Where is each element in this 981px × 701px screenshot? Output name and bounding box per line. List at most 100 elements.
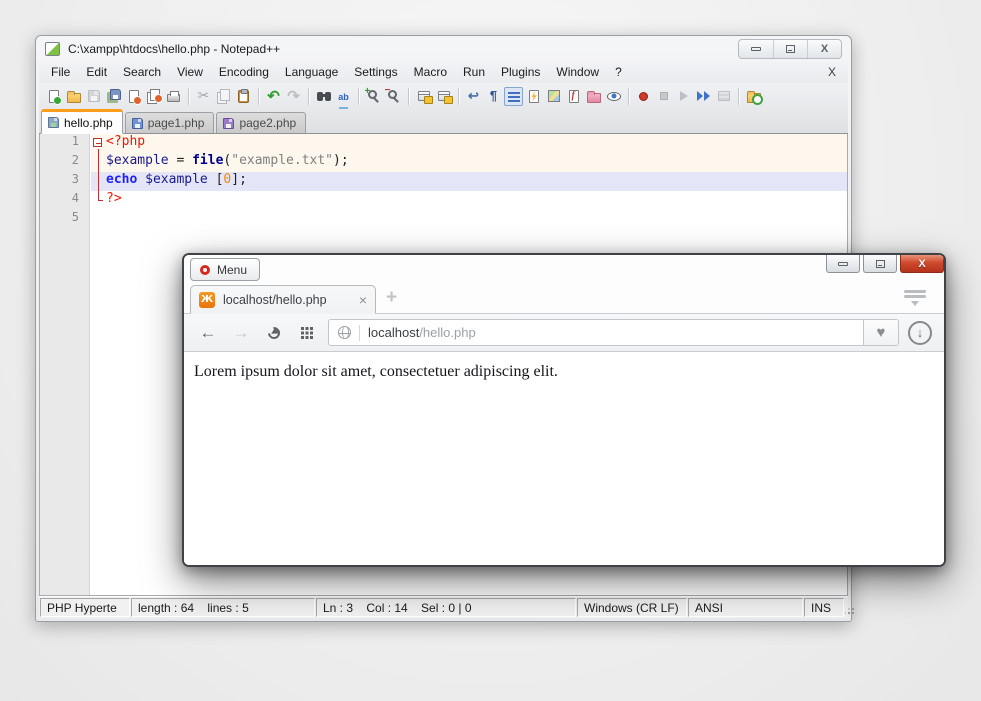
macro-save-icon[interactable] (714, 87, 733, 106)
zoom-out-icon[interactable] (384, 87, 403, 106)
bookmark-heart-button[interactable]: ♥ (863, 320, 898, 345)
opera-titlebar[interactable]: Menu X (184, 255, 944, 284)
close-all-icon[interactable] (144, 87, 163, 106)
saved-file-icon (223, 118, 234, 129)
tab-hello-php[interactable]: hello.php (41, 109, 123, 134)
print-icon[interactable] (164, 87, 183, 106)
menu-item-plugins[interactable]: Plugins (493, 62, 548, 82)
address-field[interactable]: localhost/hello.php (329, 320, 863, 345)
back-button[interactable]: ← (196, 321, 220, 345)
show-all-characters-icon[interactable] (484, 87, 503, 106)
opera-window: Menu X localhost/hello.php × + ← → (182, 253, 946, 567)
macro-stop-icon[interactable] (654, 87, 673, 106)
tab-page1-php[interactable]: page1.php (125, 112, 215, 133)
save-file-icon[interactable] (84, 87, 103, 106)
toolbar (39, 83, 848, 109)
word-wrap-icon[interactable] (464, 87, 483, 106)
reload-button[interactable] (262, 321, 286, 345)
user-defined-dialog-icon[interactable] (524, 87, 543, 106)
menu-item-file[interactable]: File (43, 62, 78, 82)
line-number: 3 (40, 172, 89, 191)
tab-menu-icon[interactable] (904, 290, 926, 307)
restore-icon (876, 260, 885, 268)
code-line-2[interactable]: $example = file("example.txt"); (91, 153, 847, 172)
open-containing-folder-icon[interactable] (744, 87, 763, 106)
fold-marker[interactable] (91, 134, 106, 153)
menu-item-edit[interactable]: Edit (78, 62, 115, 82)
restore-button[interactable] (863, 255, 897, 273)
folder-as-workspace-icon[interactable] (584, 87, 603, 106)
menubar-close-button[interactable]: X (820, 62, 844, 82)
minimize-icon (838, 262, 848, 266)
code-line-4[interactable]: ?> (91, 191, 847, 210)
macro-run-multiple-icon[interactable] (694, 87, 713, 106)
close-button[interactable]: X (807, 40, 841, 58)
open-file-icon[interactable] (64, 87, 83, 106)
line-number: 5 (40, 210, 89, 229)
address-separator (359, 325, 360, 341)
fold-marker (91, 153, 106, 172)
show-indent-guide-icon[interactable] (504, 87, 523, 106)
resize-grip[interactable] (845, 598, 857, 617)
heart-icon: ♥ (877, 324, 886, 341)
menu-item-run[interactable]: Run (455, 62, 493, 82)
menu-item-settings[interactable]: Settings (346, 62, 405, 82)
code-line-1[interactable]: <?php (91, 134, 847, 153)
tab-localhost-hello-php[interactable]: localhost/hello.php × (190, 285, 376, 314)
close-icon: X (821, 44, 828, 55)
new-tab-button[interactable]: + (386, 288, 397, 307)
toolbar-separator (358, 88, 359, 105)
address-bar[interactable]: localhost/hello.php ♥ (328, 319, 899, 346)
restore-button[interactable] (773, 40, 807, 58)
globe-icon (338, 326, 351, 339)
menu-item-macro[interactable]: Macro (406, 62, 455, 82)
zoom-in-icon[interactable] (364, 87, 383, 106)
document-map-icon[interactable] (544, 87, 563, 106)
menu-item-language[interactable]: Language (277, 62, 346, 82)
notepad-titlebar[interactable]: C:\xampp\htdocs\hello.php - Notepad++ X (39, 36, 848, 61)
toolbar-separator (738, 88, 739, 105)
function-list-icon[interactable] (564, 87, 583, 106)
minimize-button[interactable] (826, 255, 860, 273)
minimize-button[interactable] (739, 40, 773, 58)
tab-title: localhost/hello.php (223, 293, 351, 307)
document-monitoring-icon[interactable] (604, 87, 623, 106)
forward-button[interactable]: → (229, 321, 253, 345)
replace-icon[interactable] (334, 87, 353, 106)
sync-horizontal-scroll-icon[interactable] (434, 87, 453, 106)
menubar: FileEditSearchViewEncodingLanguageSettin… (39, 61, 848, 83)
page-text: Lorem ipsum dolor sit amet, consectetuer… (194, 363, 934, 381)
close-file-icon[interactable] (124, 87, 143, 106)
cut-icon[interactable] (194, 87, 213, 106)
restore-icon (786, 45, 795, 53)
menu-item-search[interactable]: Search (115, 62, 169, 82)
code-line-5[interactable] (91, 210, 847, 229)
redo-icon[interactable] (284, 87, 303, 106)
line-number: 1 (40, 134, 89, 153)
toolbar-separator (458, 88, 459, 105)
new-file-icon[interactable] (44, 87, 63, 106)
macro-record-icon[interactable] (634, 87, 653, 106)
macro-play-icon[interactable] (674, 87, 693, 106)
sync-vertical-scroll-icon[interactable] (414, 87, 433, 106)
menu-item-help[interactable]: ? (607, 62, 630, 82)
code-line-3[interactable]: echo $example [0]; (91, 172, 847, 191)
xampp-favicon (199, 292, 215, 308)
menu-item-encoding[interactable]: Encoding (211, 62, 277, 82)
code-text: <?php (106, 134, 145, 153)
find-icon[interactable] (314, 87, 333, 106)
undo-icon[interactable] (264, 87, 283, 106)
toolbar-separator (628, 88, 629, 105)
tab-close-icon[interactable]: × (359, 293, 367, 307)
menu-item-window[interactable]: Window (548, 62, 607, 82)
paste-icon[interactable] (234, 87, 253, 106)
speed-dial-button[interactable] (295, 321, 319, 345)
save-all-icon[interactable] (104, 87, 123, 106)
menu-item-view[interactable]: View (169, 62, 211, 82)
opera-menu-button[interactable]: Menu (190, 258, 260, 281)
tab-page2-php[interactable]: page2.php (216, 112, 306, 133)
notepad-app-icon (45, 42, 60, 56)
download-button[interactable]: ↓ (908, 321, 932, 345)
copy-icon[interactable] (214, 87, 233, 106)
close-button[interactable]: X (900, 255, 944, 273)
